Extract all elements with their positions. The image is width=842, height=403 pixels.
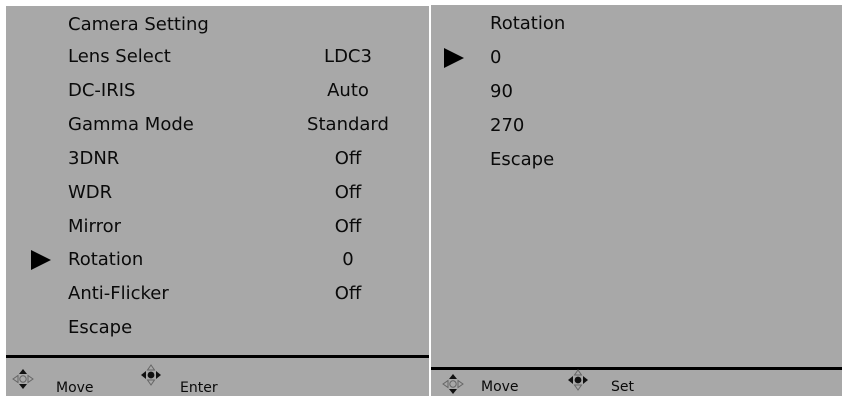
cursor-arrow-icon bbox=[31, 250, 51, 270]
menu-item-rotation[interactable]: Rotation 0 bbox=[68, 245, 429, 275]
menu-item-value: Standard bbox=[307, 114, 389, 135]
menu-item-value: 0 bbox=[342, 249, 354, 270]
menu-item-label: Lens Select bbox=[68, 46, 171, 67]
menu-item-label: 3DNR bbox=[68, 148, 120, 169]
menu-item-gamma-mode[interactable]: Gamma Mode Standard bbox=[68, 110, 429, 140]
menu-item-value: Off bbox=[334, 216, 362, 237]
dpad-leftright-icon bbox=[567, 369, 589, 391]
menu-item-dc-iris[interactable]: DC-IRIS Auto bbox=[68, 76, 429, 106]
menu-item-label: Mirror bbox=[68, 216, 122, 237]
rotation-submenu: Rotation 0 90 270 Escape Move Set bbox=[431, 5, 842, 396]
footer-hints: Move Set bbox=[431, 369, 842, 403]
footer-enter-label: Enter bbox=[180, 380, 218, 396]
submenu-option-270[interactable]: 270 bbox=[490, 111, 790, 141]
menu-item-label: DC-IRIS bbox=[68, 80, 136, 101]
menu-item-label: Anti-Flicker bbox=[68, 283, 169, 304]
submenu-option-label: 90 bbox=[490, 81, 513, 102]
menu-title: Camera Setting bbox=[68, 14, 209, 35]
menu-item-wdr[interactable]: WDR Off bbox=[68, 178, 429, 208]
menu-item-label: Rotation bbox=[68, 249, 144, 270]
menu-item-value: LDC3 bbox=[324, 46, 372, 67]
menu-item-label: Escape bbox=[68, 317, 133, 338]
menu-item-value: Off bbox=[334, 283, 362, 304]
menu-item-lens-select[interactable]: Lens Select LDC3 bbox=[68, 42, 429, 72]
footer-divider bbox=[431, 367, 842, 370]
menu-item-value: Off bbox=[334, 182, 362, 203]
footer-set-label: Set bbox=[611, 379, 634, 395]
cursor-arrow-icon bbox=[444, 48, 464, 68]
menu-item-label: WDR bbox=[68, 182, 113, 203]
camera-setting-menu: Camera Setting Lens Select LDC3 DC-IRIS … bbox=[6, 6, 429, 396]
menu-item-label: Gamma Mode bbox=[68, 114, 194, 135]
footer-divider bbox=[6, 355, 429, 358]
footer-move-label: Move bbox=[56, 380, 94, 396]
menu-item-anti-flicker[interactable]: Anti-Flicker Off bbox=[68, 279, 429, 309]
submenu-option-label: 270 bbox=[490, 115, 525, 136]
submenu-option-label: Escape bbox=[490, 149, 555, 170]
menu-item-mirror[interactable]: Mirror Off bbox=[68, 212, 429, 242]
menu-item-value: Auto bbox=[327, 80, 369, 101]
submenu-title: Rotation bbox=[490, 13, 566, 34]
footer-move-label: Move bbox=[481, 379, 519, 395]
menu-item-value: Off bbox=[334, 148, 362, 169]
submenu-option-0[interactable]: 0 bbox=[490, 43, 790, 73]
submenu-option-90[interactable]: 90 bbox=[490, 77, 790, 107]
submenu-option-label: 0 bbox=[490, 47, 502, 68]
dpad-updown-icon bbox=[442, 373, 464, 395]
dpad-leftright-icon bbox=[140, 364, 162, 386]
submenu-option-escape[interactable]: Escape bbox=[490, 145, 790, 175]
dpad-updown-icon bbox=[12, 368, 34, 390]
menu-item-3dnr[interactable]: 3DNR Off bbox=[68, 144, 429, 174]
menu-item-escape[interactable]: Escape bbox=[68, 313, 429, 343]
